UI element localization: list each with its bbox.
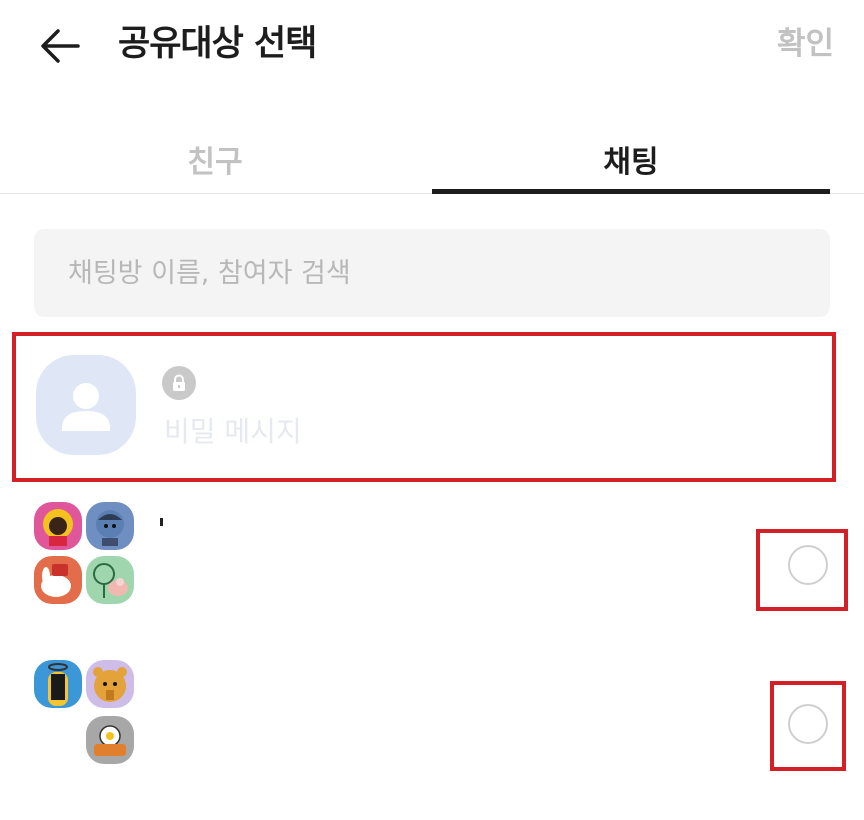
back-button[interactable] — [36, 22, 84, 70]
chat-room-title — [160, 518, 163, 526]
radio-unchecked-icon[interactable] — [788, 704, 828, 744]
secret-message-row[interactable]: 비밀 메시지 — [12, 332, 836, 482]
lock-icon — [162, 366, 196, 400]
confirm-button[interactable]: 확인 — [777, 20, 834, 68]
avatar — [86, 716, 134, 764]
back-arrow-icon — [41, 29, 80, 63]
secret-message-label: 비밀 메시지 — [164, 415, 302, 448]
tab-chatting[interactable]: 채팅 — [432, 126, 830, 192]
search-input[interactable] — [34, 229, 830, 317]
chat-room-title — [160, 682, 164, 690]
avatar — [86, 502, 134, 550]
avatar — [34, 716, 82, 764]
tab-friends[interactable]: 친구 — [16, 126, 414, 192]
avatar — [34, 556, 82, 604]
avatar — [34, 660, 82, 708]
avatar — [86, 556, 134, 604]
avatar — [34, 502, 82, 550]
active-tab-indicator — [432, 189, 830, 194]
radio-unchecked-icon[interactable] — [788, 545, 828, 585]
avatar — [86, 660, 134, 708]
chat-room-row[interactable] — [0, 652, 864, 782]
group-avatar-icon — [34, 502, 134, 604]
chat-room-row[interactable] — [0, 496, 864, 626]
person-avatar-icon — [36, 355, 136, 455]
page-title: 공유대상 선택 — [118, 24, 317, 64]
group-avatar-icon — [34, 660, 134, 764]
